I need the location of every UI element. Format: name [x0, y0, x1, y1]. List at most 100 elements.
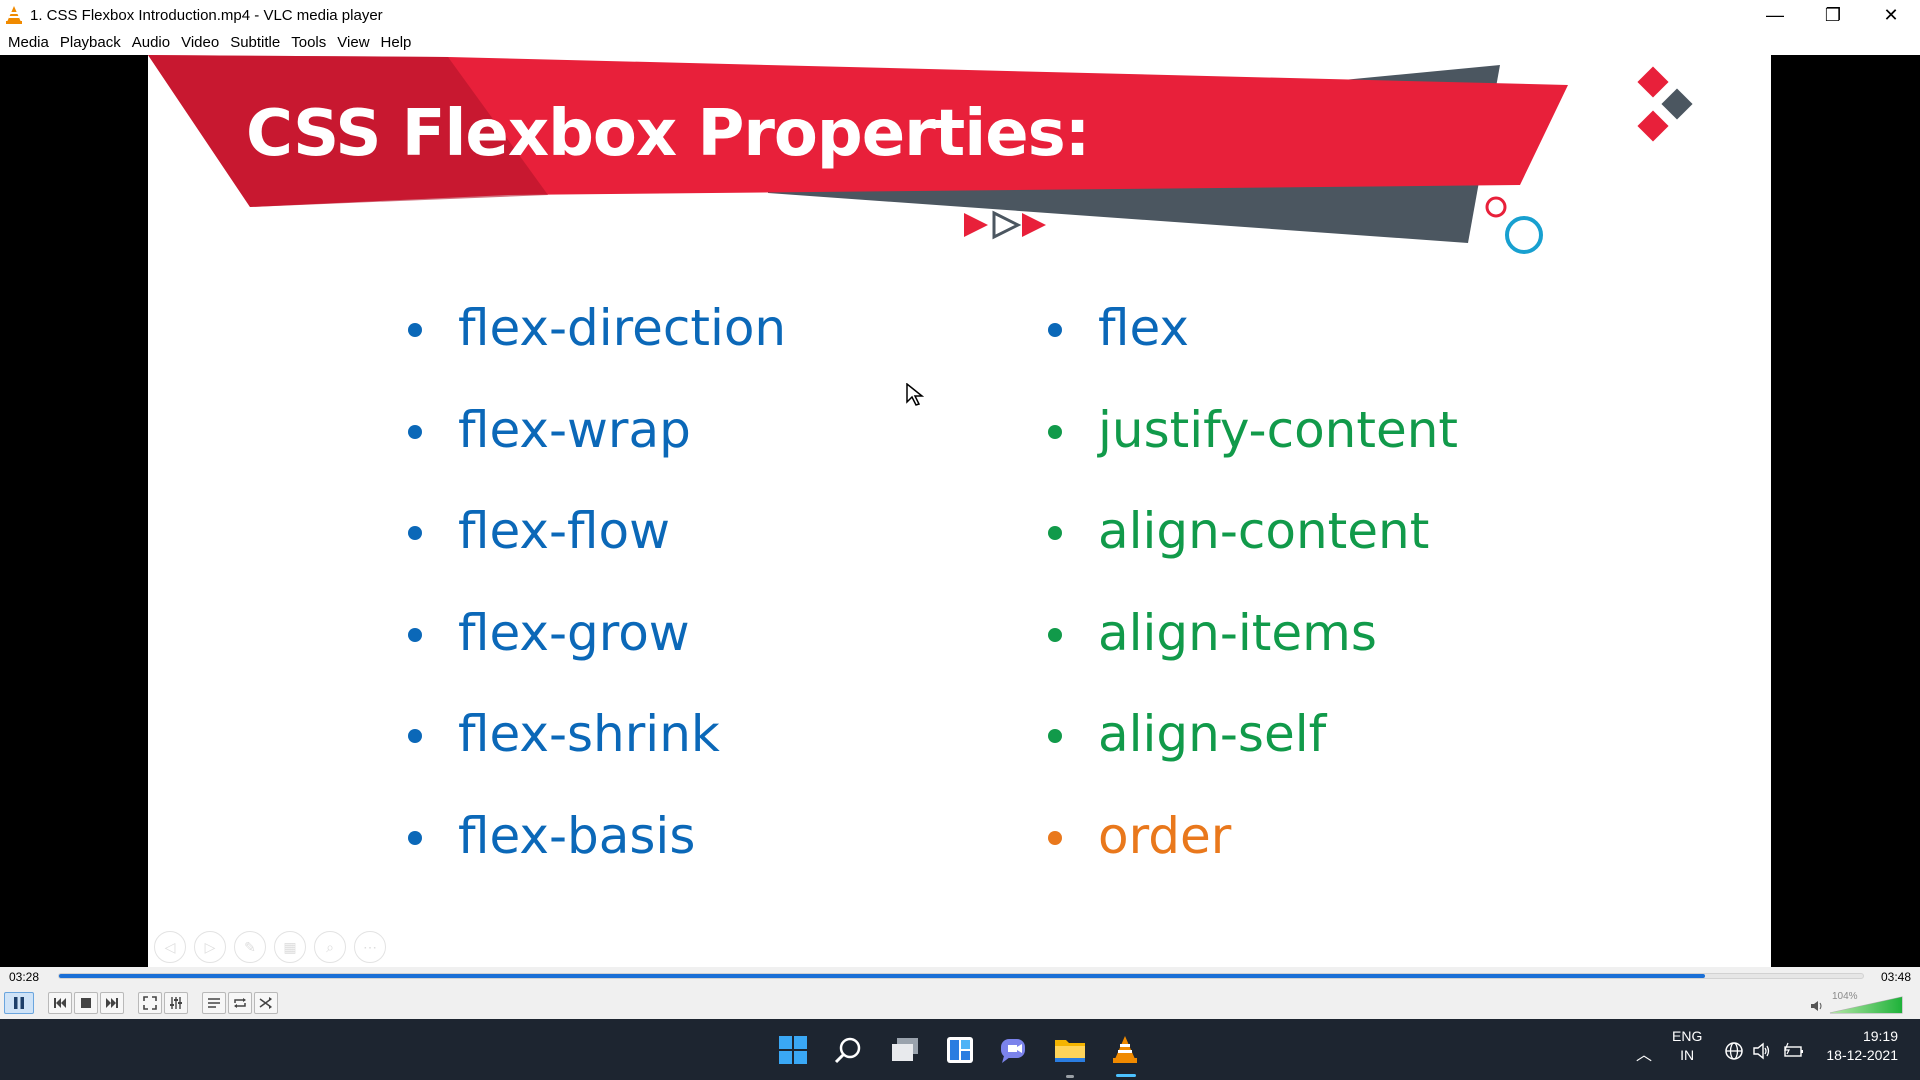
- volume-slider[interactable]: [1828, 993, 1908, 1015]
- total-time: 03:48: [1880, 970, 1911, 984]
- zoom-icon[interactable]: ⌕: [314, 931, 346, 963]
- speaker-icon: [1811, 1001, 1822, 1011]
- loop-icon: [234, 998, 246, 1008]
- property-label: flex-shrink: [458, 705, 720, 763]
- seek-progress: [59, 974, 1705, 978]
- playlist-icon: [208, 998, 220, 1008]
- pause-button[interactable]: [4, 992, 34, 1014]
- menu-media[interactable]: Media: [4, 34, 56, 51]
- slide-title: CSS Flexbox Properties:: [246, 97, 1090, 171]
- elapsed-time: 03:28: [9, 970, 40, 984]
- menu-tools[interactable]: Tools: [287, 34, 333, 51]
- title-banner-graphic: [148, 55, 1693, 254]
- battery-icon[interactable]: [1782, 1041, 1804, 1066]
- active-indicator: [1116, 1074, 1136, 1077]
- list-item: align-items: [1048, 600, 1608, 702]
- video-area[interactable]: CSS Flexbox Properties: flex-direction f…: [0, 55, 1920, 967]
- menu-subtitle[interactable]: Subtitle: [226, 34, 287, 51]
- shuffle-button[interactable]: [254, 992, 278, 1014]
- playlist-button[interactable]: [202, 992, 226, 1014]
- clock-date: 18-12-2021: [1826, 1047, 1898, 1063]
- property-label: flex-wrap: [458, 400, 691, 459]
- property-label: flex-basis: [458, 806, 696, 865]
- stop-icon: [81, 998, 91, 1008]
- pause-icon: [14, 997, 24, 1009]
- volume-tray-icon[interactable]: [1752, 1041, 1772, 1066]
- fullscreen-button[interactable]: [138, 992, 162, 1014]
- list-item: flex-grow: [408, 600, 968, 702]
- search-icon[interactable]: [831, 1033, 865, 1067]
- widgets-icon[interactable]: [943, 1033, 977, 1067]
- language-code: ENG: [1672, 1028, 1703, 1044]
- bullet-dot: [408, 323, 422, 337]
- property-label: flex: [1098, 299, 1189, 357]
- extended-settings-button[interactable]: [164, 992, 188, 1014]
- stop-button[interactable]: [74, 992, 98, 1014]
- bullet-dot: [1048, 627, 1062, 642]
- list-item: align-self: [1048, 701, 1608, 803]
- language-indicator[interactable]: ENG IN: [1672, 1027, 1702, 1065]
- list-item: flex-basis: [408, 803, 968, 905]
- title-bar: 1. CSS Flexbox Introduction.mp4 - VLC me…: [0, 0, 1920, 30]
- restore-button[interactable]: ❐: [1804, 0, 1862, 30]
- start-menu-icon[interactable]: [776, 1033, 810, 1067]
- menu-playback[interactable]: Playback: [56, 34, 128, 51]
- next-button[interactable]: [100, 992, 124, 1014]
- bullet-dot: [1048, 424, 1062, 439]
- more-options-icon[interactable]: ⋯: [354, 931, 386, 963]
- minimize-button[interactable]: —: [1746, 0, 1804, 30]
- property-label: align-content: [1098, 502, 1430, 560]
- close-button[interactable]: ✕: [1862, 0, 1920, 30]
- region-code: IN: [1680, 1047, 1695, 1063]
- bullet-dot: [408, 729, 422, 743]
- volume-control[interactable]: 104%: [1810, 991, 1910, 1015]
- list-item: flex-direction: [408, 295, 968, 397]
- bullet-dot: [1048, 830, 1062, 845]
- menu-audio[interactable]: Audio: [128, 34, 177, 51]
- mouse-pointer-icon: [906, 383, 924, 406]
- previous-slide-icon[interactable]: ◁: [154, 931, 186, 963]
- menu-video[interactable]: Video: [177, 34, 226, 51]
- windows-taskbar: ︿ ENG IN 19:19 18-12-2021: [0, 1019, 1920, 1080]
- network-globe-icon[interactable]: [1724, 1041, 1744, 1066]
- chat-icon[interactable]: [998, 1033, 1032, 1067]
- bullet-dot: [1048, 526, 1062, 540]
- loop-button[interactable]: [228, 992, 252, 1014]
- left-property-list: flex-direction flex-wrap flex-flow flex-…: [408, 295, 968, 904]
- running-indicator: [1066, 1075, 1074, 1078]
- shuffle-icon: [259, 997, 272, 1009]
- bullet-dot: [1048, 729, 1062, 743]
- property-label: flex-grow: [458, 603, 690, 662]
- property-label: order: [1098, 806, 1232, 865]
- pen-icon[interactable]: ✎: [234, 931, 266, 963]
- slides-grid-icon[interactable]: ▦: [274, 931, 306, 963]
- list-item: flex-shrink: [408, 701, 968, 803]
- next-slide-icon[interactable]: ▷: [194, 931, 226, 963]
- list-item: flex-flow: [408, 498, 968, 600]
- property-label: align-self: [1098, 705, 1327, 763]
- previous-button[interactable]: [48, 992, 72, 1014]
- task-view-icon[interactable]: [888, 1033, 922, 1067]
- bullet-dot: [408, 627, 422, 642]
- clock-time: 19:19: [1862, 1028, 1898, 1044]
- presentation-slide: CSS Flexbox Properties: flex-direction f…: [148, 55, 1771, 967]
- property-label: flex-direction: [458, 299, 787, 357]
- chevron-up-icon[interactable]: ︿: [1636, 1041, 1652, 1065]
- equalizer-icon: [170, 997, 182, 1009]
- playback-controls: 104%: [0, 987, 1920, 1019]
- vlc-taskbar-icon[interactable]: [1108, 1033, 1142, 1067]
- file-explorer-icon[interactable]: [1053, 1033, 1087, 1067]
- list-item: flex-wrap: [408, 397, 968, 499]
- right-property-list: flex justify-content align-content align…: [1048, 295, 1608, 904]
- property-label: justify-content: [1098, 400, 1459, 459]
- menu-view[interactable]: View: [333, 34, 376, 51]
- bullet-dot: [408, 526, 422, 540]
- list-item: order: [1048, 803, 1608, 905]
- skip-forward-icon: [106, 998, 118, 1008]
- vlc-cone-icon: [4, 5, 24, 25]
- seek-slider[interactable]: [58, 973, 1864, 979]
- clock[interactable]: 19:19 18-12-2021: [1826, 1027, 1898, 1065]
- bullet-dot: [1048, 323, 1062, 337]
- menu-help[interactable]: Help: [377, 34, 419, 51]
- bullet-dot: [408, 830, 422, 845]
